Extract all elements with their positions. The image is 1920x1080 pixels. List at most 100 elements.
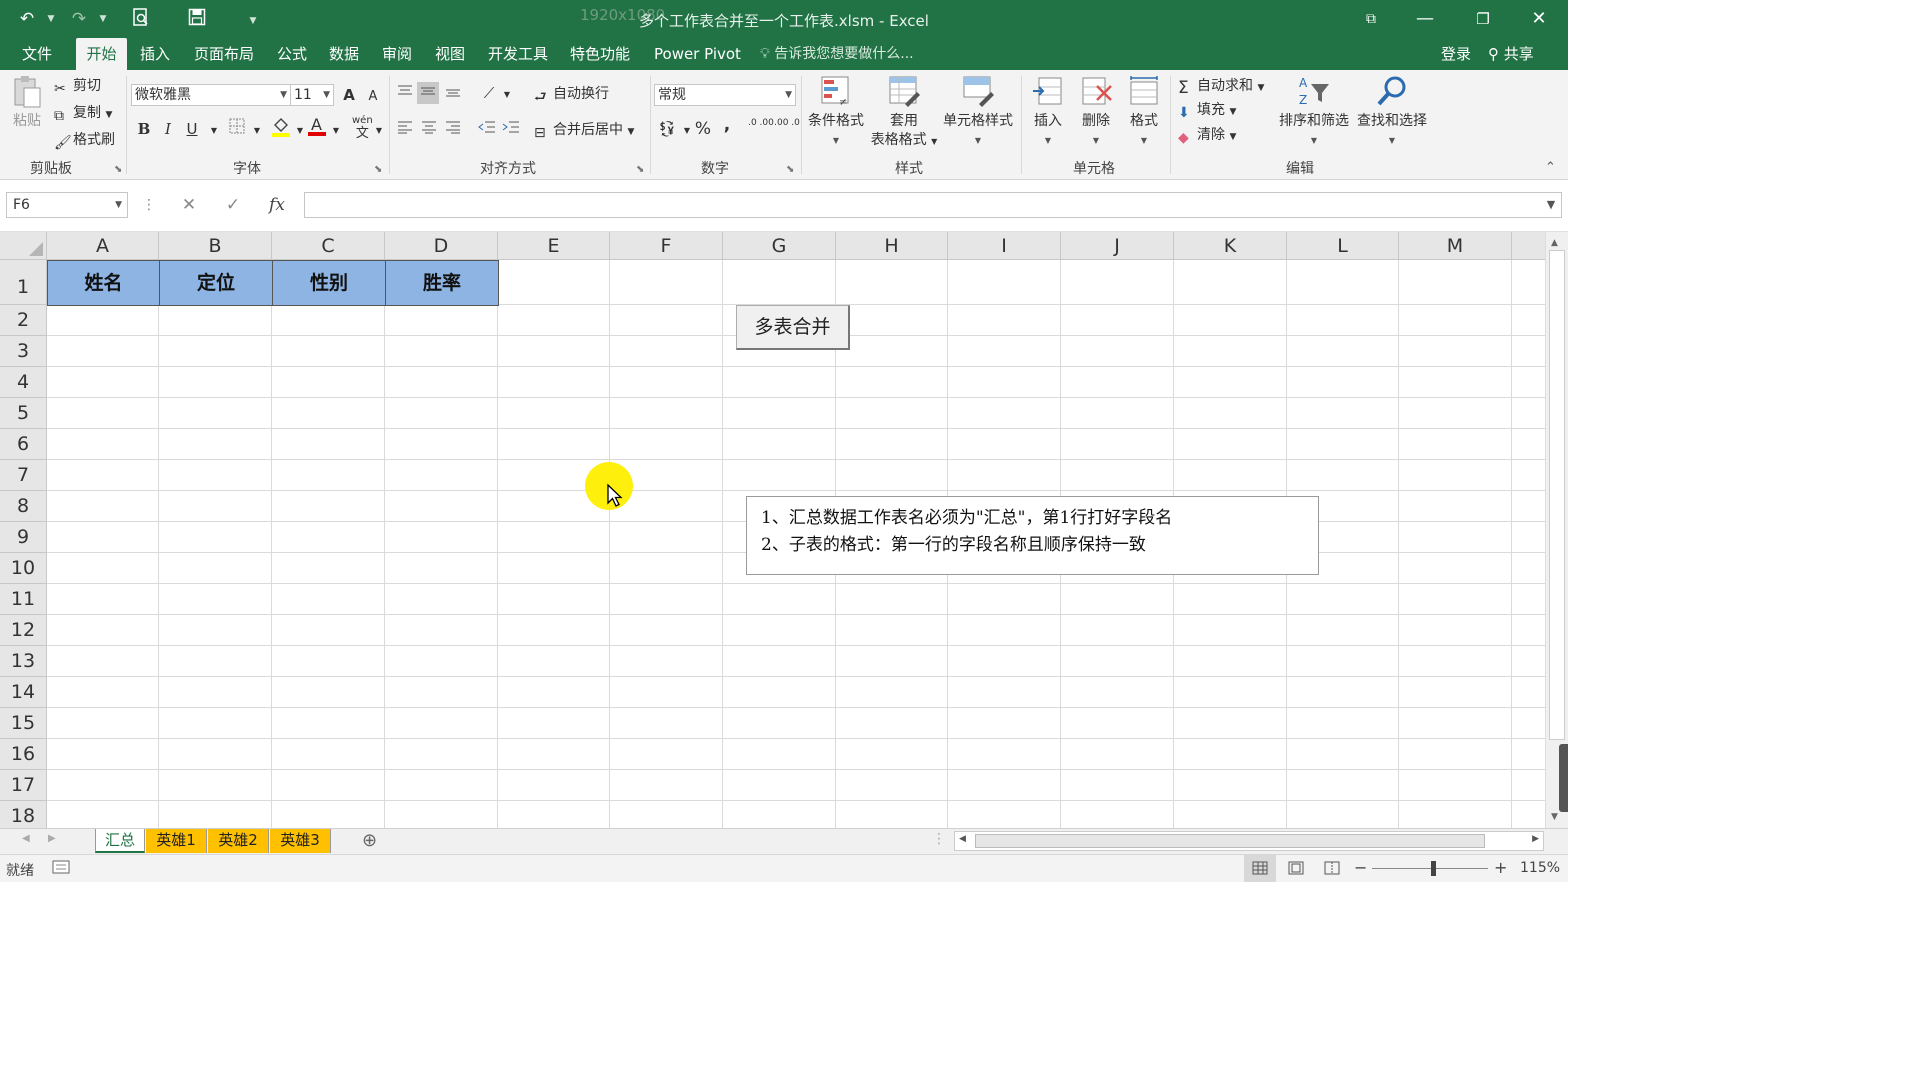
header-cell[interactable]: 姓名: [47, 260, 160, 306]
grid-cell[interactable]: [1512, 429, 1545, 460]
grid-cell[interactable]: [1061, 460, 1174, 491]
cancel-edit-button[interactable]: ✕: [174, 192, 204, 218]
column-header[interactable]: F: [610, 232, 723, 260]
grid-cell[interactable]: [1061, 646, 1174, 677]
grid-cell[interactable]: [272, 646, 385, 677]
grid-cell[interactable]: [1399, 553, 1512, 584]
header-cell[interactable]: 性别: [272, 260, 386, 306]
grid-cell[interactable]: [723, 398, 836, 429]
grid-cell[interactable]: [723, 584, 836, 615]
grid-cell[interactable]: [723, 367, 836, 398]
grid-cell[interactable]: [272, 770, 385, 801]
restore-icon[interactable]: ❐: [1460, 4, 1506, 34]
grid-cell[interactable]: [498, 708, 610, 739]
column-header[interactable]: H: [836, 232, 948, 260]
grid-cell[interactable]: [1512, 553, 1545, 584]
grid-cell[interactable]: [836, 584, 948, 615]
zoom-slider-thumb[interactable]: [1430, 861, 1436, 876]
column-header[interactable]: L: [1287, 232, 1399, 260]
header-cell[interactable]: 定位: [159, 260, 273, 306]
grid-cell[interactable]: [272, 398, 385, 429]
grid-cell[interactable]: [385, 646, 498, 677]
row-header[interactable]: 3: [0, 336, 47, 367]
format-as-table-button[interactable]: 套用 表格格式 ▼: [868, 74, 940, 151]
minimize-icon[interactable]: —: [1402, 4, 1448, 34]
grid-cell[interactable]: [1512, 770, 1545, 801]
grid-cell[interactable]: [723, 739, 836, 770]
header-cell[interactable]: 胜率: [385, 260, 499, 306]
tab-view[interactable]: 视图: [433, 38, 467, 70]
row-header[interactable]: 2: [0, 305, 47, 336]
decrease-indent-icon[interactable]: [476, 118, 498, 140]
grid-cell[interactable]: [1399, 522, 1512, 553]
column-header[interactable]: M: [1399, 232, 1512, 260]
grid-cell[interactable]: [385, 367, 498, 398]
tell-me-search[interactable]: 💡︎ 告诉我您想要做什么...: [760, 38, 914, 70]
grid-cell[interactable]: [1287, 460, 1399, 491]
row-header[interactable]: 4: [0, 367, 47, 398]
row-header[interactable]: 7: [0, 460, 47, 491]
grid-cell[interactable]: [385, 429, 498, 460]
grid-cell[interactable]: [836, 739, 948, 770]
tab-file[interactable]: 文件: [20, 38, 54, 70]
grid-cell[interactable]: [1512, 367, 1545, 398]
fill-dropdown-icon[interactable]: ▼: [1229, 107, 1236, 117]
grid-cell[interactable]: [498, 398, 610, 429]
grid-cell[interactable]: [1512, 739, 1545, 770]
vertical-scroll-track[interactable]: [1549, 250, 1565, 740]
grid-cell[interactable]: [948, 677, 1061, 708]
page-layout-view-icon[interactable]: [1288, 861, 1304, 879]
grid-cell[interactable]: [1061, 677, 1174, 708]
grid-cell[interactable]: [1174, 336, 1287, 367]
grid-cell[interactable]: [385, 553, 498, 584]
grid-cell[interactable]: [1399, 584, 1512, 615]
grid-cell[interactable]: [385, 522, 498, 553]
accounting-format-icon[interactable]: 💱︎: [656, 118, 678, 140]
grid-cell[interactable]: [1399, 615, 1512, 646]
grid-cell[interactable]: [1174, 739, 1287, 770]
cut-button[interactable]: ✂ 剪切: [54, 76, 101, 97]
grid-cell[interactable]: [498, 739, 610, 770]
number-format-select[interactable]: 常规 ▼: [654, 84, 796, 106]
grid-cell[interactable]: [498, 615, 610, 646]
grid-cell[interactable]: [610, 367, 723, 398]
grid-cell[interactable]: [47, 305, 159, 336]
grid-cell[interactable]: [498, 677, 610, 708]
grid-cell[interactable]: [1287, 367, 1399, 398]
grid-cell[interactable]: [47, 398, 159, 429]
grid-cell[interactable]: [272, 460, 385, 491]
grid-cell[interactable]: [948, 336, 1061, 367]
grid-cell[interactable]: [47, 429, 159, 460]
scroll-down-icon[interactable]: ▼: [1551, 812, 1558, 822]
grid-cell[interactable]: [610, 646, 723, 677]
grid-cell[interactable]: [1399, 770, 1512, 801]
grid-cell[interactable]: [1287, 646, 1399, 677]
grid-cell[interactable]: [610, 336, 723, 367]
horizontal-scroll-thumb[interactable]: [975, 834, 1485, 848]
grid-cell[interactable]: [1399, 708, 1512, 739]
grid-cell[interactable]: [1399, 739, 1512, 770]
grid-cell[interactable]: [47, 801, 159, 828]
next-sheet-icon[interactable]: ▶: [48, 833, 56, 844]
grid-cell[interactable]: [836, 615, 948, 646]
expand-formula-bar-icon[interactable]: ▼: [1536, 192, 1566, 218]
grid-cell[interactable]: [47, 646, 159, 677]
autosum-dropdown-icon[interactable]: ▼: [1257, 83, 1264, 93]
grid-cell[interactable]: [836, 677, 948, 708]
grid-cell[interactable]: [1399, 801, 1512, 828]
italic-button[interactable]: I: [157, 118, 179, 140]
grid-cell[interactable]: [47, 739, 159, 770]
phonetic-dropdown-icon[interactable]: ▼: [368, 120, 390, 142]
vertical-scrollbar[interactable]: ▲ ▼: [1545, 232, 1568, 828]
grid-cell[interactable]: [159, 708, 272, 739]
column-header[interactable]: J: [1061, 232, 1174, 260]
prev-sheet-icon[interactable]: ◀: [22, 833, 30, 844]
font-launcher-icon[interactable]: ⬊: [374, 160, 382, 180]
grid-cell[interactable]: [272, 522, 385, 553]
column-header[interactable]: K: [1174, 232, 1287, 260]
grid-cell[interactable]: [1399, 336, 1512, 367]
grid-cell[interactable]: [948, 398, 1061, 429]
align-middle-icon[interactable]: [417, 82, 439, 104]
cell-styles-button[interactable]: 单元格样式 ▼: [940, 74, 1016, 150]
grid-cell[interactable]: [47, 584, 159, 615]
